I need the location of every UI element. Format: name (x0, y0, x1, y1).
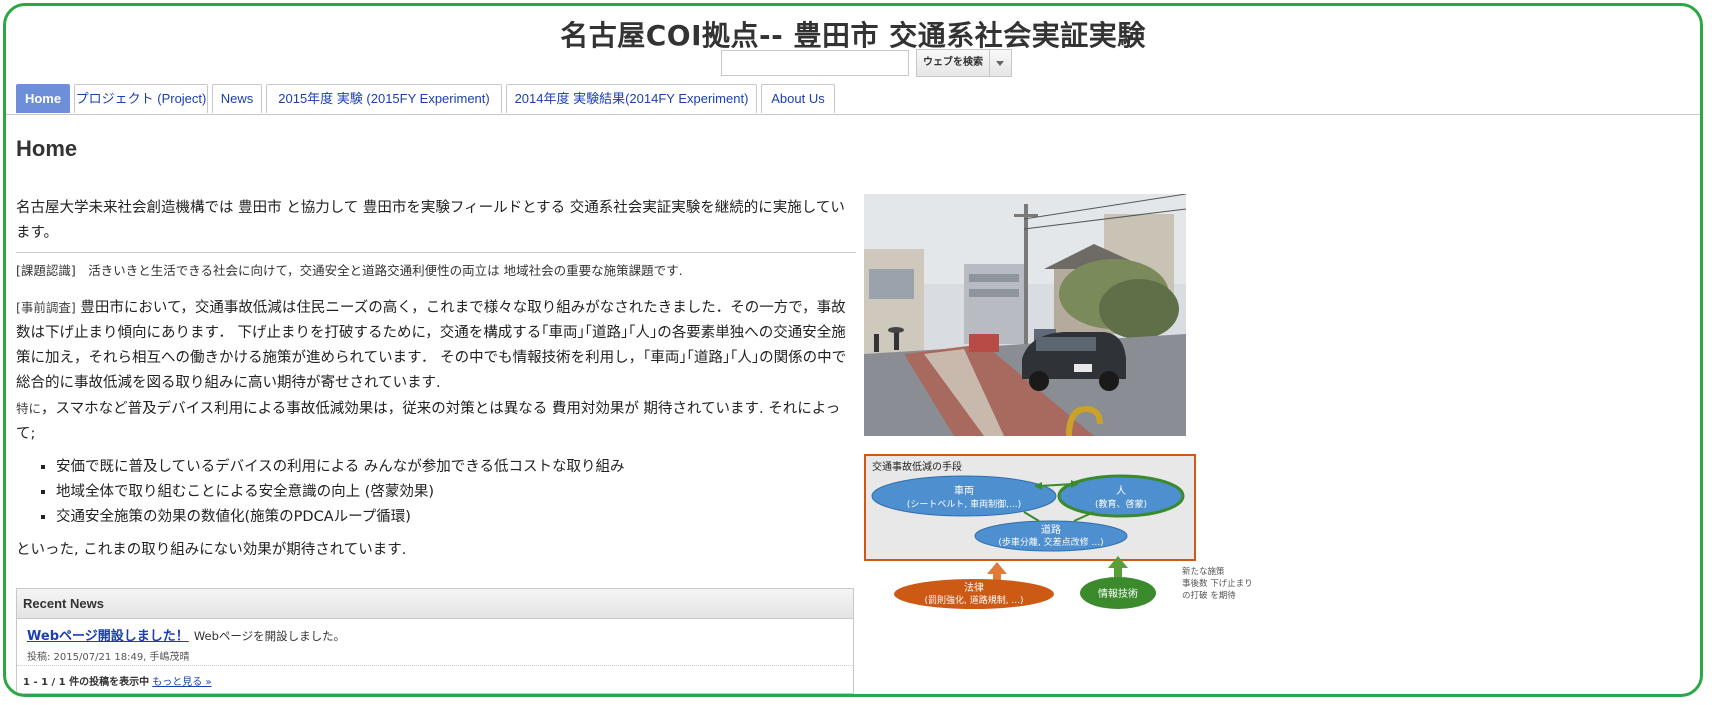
road-sub-label: (歩車分離, 交差点改修 ...) (998, 536, 1103, 548)
page-title: Home (16, 136, 78, 161)
diagram-title: 交通事故低減の手段 (872, 460, 962, 473)
law-label: 法律 (964, 581, 984, 594)
tab-home[interactable]: Home (16, 84, 70, 113)
search-input[interactable] (721, 50, 909, 76)
diagram-note-line3: の打破 を期待 (1182, 590, 1236, 601)
prior-survey-paragraph: [事前調査] 豊田市において，交通事故低減は住民ニーズの高く，これまで様々な取り… (16, 295, 856, 396)
news-footer: 1 - 1 / 1 件の投稿を表示中 もっと見る » (17, 666, 853, 688)
accident-reduction-diagram: 交通事故低減の手段 車両 (シートベルト, 車両制御,...) 人 (教育、啓蒙… (864, 454, 1253, 609)
tab-2014fy-experiment[interactable]: 2014年度 実験結果(2014FY Experiment) (506, 84, 757, 113)
more-news-link[interactable]: もっと見る » (152, 677, 211, 688)
list-item: 地域全体で取り組むことによる安全意識の向上 (啓蒙効果) (56, 480, 856, 505)
tab-2015fy-experiment[interactable]: 2015年度 実験 (2015FY Experiment) (266, 84, 502, 113)
news-item-meta: 投稿: 2015/07/21 18:49, 手嶋茂晴 (27, 652, 190, 663)
nav-divider (6, 114, 1700, 115)
recent-news-gadget: Recent News Webページ開設しました！ Webページを開設しました。… (16, 588, 854, 694)
street-photo (864, 194, 1186, 436)
divider (16, 252, 856, 253)
news-count: 1 - 1 / 1 件の投稿を表示中 (23, 677, 150, 688)
road-label: 道路 (1041, 523, 1061, 536)
prior-survey-text: 豊田市において，交通事故低減は住民ニーズの高く，これまで様々な取り組みがなされた… (16, 300, 847, 391)
person-sub-label: (教育、啓蒙) (1095, 498, 1147, 510)
issue-paragraph: [課題認識] 活きいきと生活できる社会に向けて，交通安全と道路交通利便性の両立は… (16, 263, 683, 278)
person-label: 人 (1116, 485, 1126, 497)
tab-news[interactable]: News (212, 84, 262, 113)
closing-paragraph: といった, これまの取り組みにない効果が期待されています. (16, 542, 407, 558)
tab-project[interactable]: プロジェクト (Project) (74, 84, 208, 113)
search-button[interactable]: ウェブを検索 (916, 49, 990, 77)
law-sub-label: (罰則強化, 道路規制, ...) (924, 594, 1023, 606)
news-item-summary: Webページを開設しました。 (193, 629, 346, 643)
diagram-note-line1: 新たな施策 (1182, 566, 1225, 577)
especially-text: ，スマホなど普及デバイス利用による事故低減効果は，従来の対策とは異なる 費用対効… (16, 401, 841, 442)
search-dropdown-button[interactable] (990, 49, 1012, 77)
chevron-down-icon (996, 61, 1004, 66)
site-title: 名古屋COI拠点-- 豊田市 交通系社会実証実験 (560, 19, 1146, 52)
list-item: 交通安全施策の効果の数値化(施策のPDCAループ循環) (56, 505, 856, 530)
intro-paragraph: 名古屋大学未来社会創造機構では 豊田市 と協力して 豊田市を実験フィールドとする… (16, 200, 845, 241)
prior-survey-tag: [事前調査] (16, 300, 76, 315)
especially-paragraph: 特に，スマホなど普及デバイス利用による事故低減効果は，従来の対策とは異なる 費用… (16, 396, 856, 447)
news-item: Webページ開設しました！ Webページを開設しました。 投稿: 2015/07… (17, 619, 853, 666)
news-item-link[interactable]: Webページ開設しました！ (27, 629, 189, 644)
page-frame: 名古屋COI拠点-- 豊田市 交通系社会実証実験 ウェブを検索 Home プロジ… (3, 3, 1703, 697)
tab-about-us[interactable]: About Us (761, 84, 835, 113)
it-label: 情報技術 (1098, 587, 1138, 600)
diagram-note-line2: 事後数 下げ止まり (1182, 578, 1253, 589)
list-item: 安価で既に普及しているデバイスの利用による みんなが参加できる低コストな取り組み (56, 455, 856, 480)
vehicle-sub-label: (シートベルト, 車両制御,...) (907, 498, 1021, 510)
especially-tag: 特に (16, 401, 42, 416)
main-content: 名古屋大学未来社会創造機構では 豊田市 と協力して 豊田市を実験フィールドとする… (16, 196, 856, 563)
effects-list: 安価で既に普及しているデバイスの利用による みんなが参加できる低コストな取り組み… (16, 455, 856, 530)
recent-news-title: Recent News (17, 589, 853, 619)
vehicle-label: 車両 (954, 484, 974, 497)
